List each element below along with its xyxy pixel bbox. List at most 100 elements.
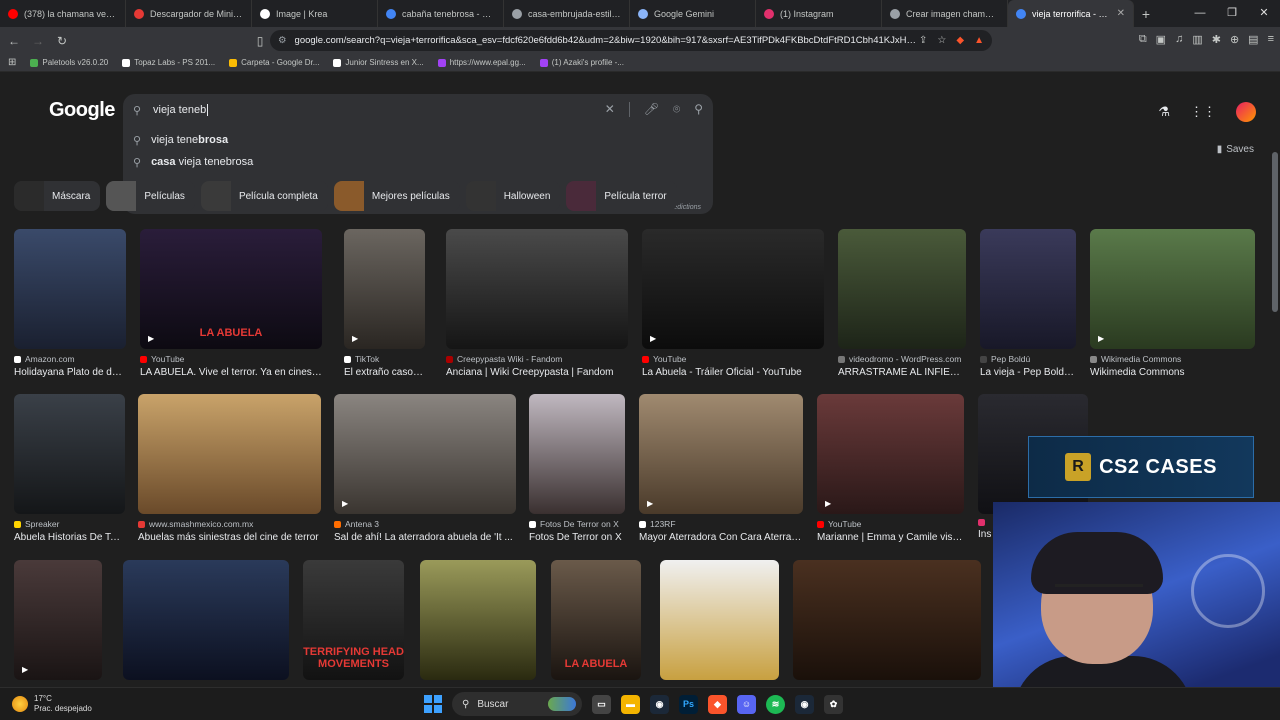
filter-chip[interactable]: Películas [106,181,195,211]
result-thumbnail[interactable] [529,394,625,514]
result-thumbnail[interactable]: TERRIFYING HEAD MOVEMENTS [303,560,404,680]
image-result[interactable]: ▶ Antena 3 Sal de ahí! La aterradora abuel… [334,394,516,543]
bookmark-item[interactable]: Topaz Labs - PS 201... [122,58,215,67]
apps-grid-icon[interactable]: ⊞ [8,57,16,68]
forward-icon[interactable]: → [28,34,48,48]
result-caption[interactable]: LA ABUELA. Vive el terror. Ya en cines .… [140,367,322,378]
brave-rewards-icon[interactable]: ▲ [974,35,984,46]
avatar[interactable] [1236,102,1256,122]
microphone-icon[interactable]: 🎤︎ [644,102,659,117]
share-icon[interactable]: ⇪ [919,35,927,46]
browser-tab[interactable]: vieja terrorifica - Goog ✕ [1008,0,1134,27]
result-caption[interactable]: Abuela Historias De Ter... [14,532,125,543]
result-thumbnail[interactable] [446,229,628,349]
browser-tab[interactable]: (1) Instagram [756,0,882,27]
result-thumbnail[interactable]: ▶ [334,394,516,514]
result-caption[interactable]: Abuelas más siniestras del cine de terro… [138,532,321,543]
result-caption[interactable]: Wikimedia Commons [1090,367,1255,378]
task-view-icon[interactable]: ▭ [592,694,611,714]
result-source[interactable]: www.smashmexico.com.mx [138,519,321,529]
browser-tab[interactable]: (378) la chamana vectorm [0,0,126,27]
result-thumbnail[interactable]: ▶ [14,560,102,680]
result-caption[interactable]: Anciana | Wiki Creepypasta | Fandom [446,367,628,378]
steam-icon[interactable]: ◉ [650,694,669,714]
browser-tab[interactable]: Google Gemini [630,0,756,27]
brave-shield-icon[interactable]: ◆ [956,35,964,46]
result-source[interactable]: Spreaker [14,519,125,529]
wallet-icon[interactable]: ▤ [1248,33,1258,46]
result-thumbnail[interactable] [793,560,981,680]
weather-widget[interactable]: 17°C Prac. despejado [12,694,92,714]
result-caption[interactable]: El extraño caso de l... [344,367,425,378]
extension-icon[interactable]: ▣ [1156,33,1166,46]
filter-chip[interactable]: Película completa [200,181,328,211]
bookmark-item[interactable]: Paletools v26.0.20 [30,58,108,67]
result-source[interactable]: Fotos De Terror on X [529,519,625,529]
result-source[interactable]: TikTok [344,354,425,364]
image-result[interactable] [420,560,536,680]
address-bar[interactable]: ⚙ google.com/search?q=vieja+terrorifica&… [270,30,992,51]
search-submit-icon[interactable]: ⚲ [694,102,703,117]
clear-icon[interactable]: ✕ [605,102,615,117]
result-thumbnail[interactable]: LA ABUELA [551,560,641,680]
brave-icon[interactable]: ◆ [708,694,727,714]
result-thumbnail[interactable] [123,560,289,680]
bookmark-item[interactable]: https://www.epal.gg... [437,58,526,67]
extension-icon[interactable]: ⧉ [1139,33,1147,46]
app-icon[interactable]: ✿ [824,694,843,714]
saves-button[interactable]: ▮ Saves [1217,144,1254,155]
image-result[interactable]: Fotos De Terror on X Fotos De Terror on X [529,394,625,543]
image-result[interactable]: Spreaker Abuela Historias De Ter... [14,394,125,543]
media-icon[interactable]: ♫ [1175,33,1183,46]
result-thumbnail[interactable]: ▶ [1090,229,1255,349]
vpn-icon[interactable]: ⊕ [1230,33,1239,46]
spotify-icon[interactable]: ≋ [766,694,785,714]
image-result[interactable]: ▶ 123RF Mayor Aterradora Con Cara Aterrad.… [639,394,803,543]
image-result[interactable]: Amazon.com Holidayana Plato de dul... [14,229,126,378]
result-caption[interactable]: Marianne | Emma y Camile visit... [817,532,964,543]
result-source[interactable]: videodromo - WordPress.com [838,354,966,364]
image-result[interactable]: ▶ YouTube La Abuela - Tráiler Oficial - Yo… [642,229,824,378]
close-window-button[interactable]: ✕ [1248,0,1280,27]
browser-tab[interactable]: Crear imagen chamana te [882,0,1008,27]
back-icon[interactable]: ← [4,34,24,48]
image-result[interactable]: www.smashmexico.com.mx Abuelas más sinies… [138,394,321,543]
menu-icon[interactable]: ≡ [1268,33,1274,46]
discord-icon[interactable]: ☺ [737,694,756,714]
image-result[interactable]: LA ABUELA [551,560,641,680]
bookmark-icon[interactable]: ▯ [250,34,270,48]
result-thumbnail[interactable]: ▶ [344,229,425,349]
steam-icon[interactable]: ◉ [795,694,814,714]
tab-close-icon[interactable]: ✕ [1117,8,1125,19]
result-caption[interactable]: Fotos De Terror on X [529,532,625,543]
page-scrollbar[interactable] [1272,152,1278,312]
image-result[interactable]: LA ABUELA ▶ YouTube LA ABUELA. Vive el terr… [140,229,322,378]
image-result[interactable]: TERRIFYING HEAD MOVEMENTS [303,560,404,680]
filter-chip[interactable]: Mejores películas [333,181,460,211]
result-thumbnail[interactable] [660,560,779,680]
browser-tab[interactable]: casa-embrujada-estilo-go [504,0,630,27]
image-result[interactable]: videodromo - WordPress.com ARRÁSTRAME AL … [838,229,966,378]
result-thumbnail[interactable] [838,229,966,349]
filter-chip[interactable]: Máscara [14,181,101,211]
image-result[interactable] [793,560,981,680]
apps-grid-icon[interactable]: ⋮⋮ [1190,104,1216,120]
star-icon[interactable]: ☆ [937,35,946,46]
image-result[interactable]: ▶ YouTube Marianne | Emma y Camile visit..… [817,394,964,543]
labs-flask-icon[interactable]: ⚗ [1158,104,1170,120]
result-thumbnail[interactable] [138,394,321,514]
lens-icon[interactable]: ⌾ [673,102,680,117]
image-result[interactable]: Pep Boldú La vieja - Pep Boldú... [980,229,1076,378]
result-source[interactable]: YouTube [817,519,964,529]
new-tab-button[interactable]: + [1134,6,1158,22]
browser-tab[interactable]: Image | Krea [252,0,378,27]
result-caption[interactable]: La vieja - Pep Boldú... [980,367,1076,378]
result-caption[interactable]: Holidayana Plato de dul... [14,367,126,378]
search-input[interactable]: vieja teneb [153,104,209,116]
browser-tab[interactable]: cabaña tenebrosa - Googl [378,0,504,27]
result-thumbnail[interactable]: ▶ [639,394,803,514]
result-source[interactable]: Creepypasta Wiki - Fandom [446,354,628,364]
google-logo[interactable]: Google [49,99,115,122]
result-caption[interactable]: Sal de ahí! La aterradora abuela de 'It … [334,532,516,543]
result-thumbnail[interactable]: LA ABUELA ▶ [140,229,322,349]
